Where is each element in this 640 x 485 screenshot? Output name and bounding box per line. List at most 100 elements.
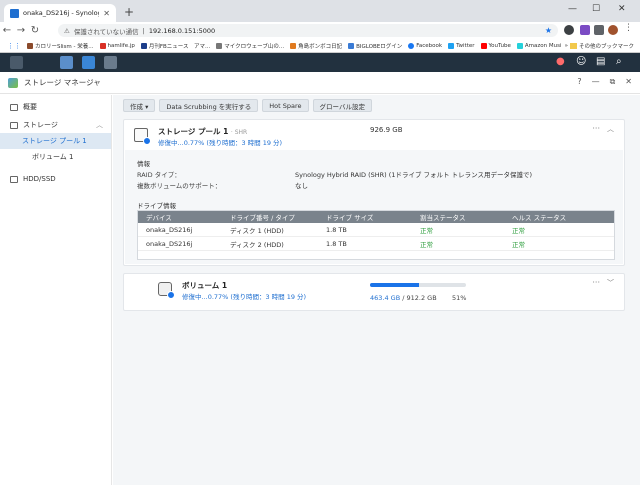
bookmark-favicon-icon: [27, 42, 33, 49]
drive-table: デバイス ドライブ番号 / タイプ ドライブ サイズ 割当ステータス ヘルス ス…: [137, 210, 615, 260]
pool-size: 926.9 GB: [370, 126, 403, 134]
hdd-icon: [10, 175, 18, 183]
sidebar-item-storage-pool-1[interactable]: ストレージ プール 1: [0, 133, 111, 149]
raid-tag: · SHR: [230, 129, 248, 136]
extension-icon[interactable]: [564, 25, 574, 35]
back-icon[interactable]: ←: [0, 25, 14, 36]
close-app-button[interactable]: ✕: [625, 77, 632, 87]
bookmark-item[interactable]: 月刊FBニュース アマ...: [138, 42, 213, 50]
main-content: 作成 ▾ Data Scrubbing を実行する Hot Spare グローバ…: [113, 95, 640, 485]
puzzle-extension-icon[interactable]: [594, 25, 604, 35]
column-header[interactable]: デバイス: [138, 212, 230, 222]
apps-icon[interactable]: ⋮⋮: [4, 42, 24, 50]
user-icon[interactable]: ☺: [576, 56, 586, 67]
main-menu-icon[interactable]: [60, 56, 73, 69]
bookmark-favicon-icon: [290, 42, 297, 49]
bookmark-item[interactable]: マイクロウェーブ山の...: [213, 42, 287, 50]
column-header[interactable]: ドライブ番号 / タイプ: [230, 212, 326, 222]
minimize-window-button[interactable]: —: [592, 77, 600, 87]
help-button[interactable]: ?: [577, 77, 581, 87]
tab-close-icon[interactable]: ✕: [103, 9, 110, 18]
health-status-cell: 正常: [512, 240, 525, 249]
widgets-icon[interactable]: ▤: [596, 56, 605, 67]
show-desktop-icon[interactable]: [10, 56, 23, 69]
sidebar-item-label: ストレージ: [23, 121, 58, 129]
bookmark-item[interactable]: YouTube: [478, 42, 514, 49]
bookmark-item[interactable]: hamlife.jp: [97, 42, 138, 49]
more-options-icon[interactable]: ···: [592, 124, 600, 133]
sidebar-item-hdd-ssd[interactable]: HDD/SSD: [0, 171, 111, 187]
hot-spare-button[interactable]: Hot Spare: [262, 99, 309, 112]
minimize-button[interactable]: —: [568, 4, 577, 14]
pool-title: ストレージ プール 1 · SHR: [158, 127, 248, 136]
column-header[interactable]: ヘルス ステータス: [512, 212, 614, 222]
window-title: ストレージ マネージャ: [24, 78, 101, 87]
storage-icon: [10, 121, 18, 129]
storage-manager-window: ストレージ マネージャ ? — ⧉ ✕ 概要 ストレージ ︿ ストレージ プール…: [0, 72, 640, 485]
search-icon[interactable]: ⌕: [616, 56, 622, 67]
table-row[interactable]: onaka_DS216j ディスク 2 (HDD) 1.8 TB 正常 正常: [138, 237, 614, 251]
sidebar-item-volume-1[interactable]: ボリューム 1: [0, 149, 111, 165]
tab-title: onaka_DS216j - Synology DiskSt: [23, 9, 99, 17]
profile-avatar[interactable]: [608, 25, 618, 35]
drive-info-heading: ドライブ情報: [137, 202, 176, 210]
facebook-icon: [408, 42, 415, 49]
volume-percent: 51%: [452, 294, 467, 302]
maximize-button[interactable]: ☐: [592, 4, 600, 14]
insecure-label: 保護されていない通信: [73, 27, 139, 36]
window-titlebar: ストレージ マネージャ ? — ⧉ ✕: [0, 72, 640, 94]
bookmark-item[interactable]: BIGLOBEログイン: [345, 42, 405, 50]
size-cell: 1.8 TB: [326, 225, 347, 234]
global-settings-button[interactable]: グローバル設定: [312, 99, 372, 112]
bookmark-item[interactable]: カロリーSlism - 栄養...: [24, 42, 97, 50]
bookmarks-bar: ⋮⋮ カロリーSlism - 栄養... hamlife.jp 月刊FBニュース…: [0, 39, 640, 53]
data-scrubbing-button[interactable]: Data Scrubbing を実行する: [159, 99, 259, 112]
storage-pool-icon: [134, 128, 151, 145]
pool-repair-status: 修復中...0.77% (残り時間：3 時間 19 分): [158, 139, 283, 147]
file-station-icon[interactable]: [82, 56, 95, 69]
bookmark-item[interactable]: Amazon Music: [514, 42, 568, 49]
bookmark-star-icon[interactable]: ★: [545, 26, 552, 35]
browser-toolbar: ← → ↻ ⚠ 保護されていない通信 | 192.168.0.151:5000 …: [0, 22, 640, 39]
expand-chevron-icon[interactable]: ﹀: [607, 278, 614, 288]
volume-used: 463.4 GB: [370, 294, 401, 302]
address-bar[interactable]: ⚠ 保護されていない通信 | 192.168.0.151:5000 ★: [58, 24, 558, 37]
chevron-up-icon[interactable]: ︿: [96, 120, 103, 130]
other-bookmarks[interactable]: » その他のブックマーク: [560, 39, 634, 52]
reload-icon[interactable]: ↻: [28, 25, 42, 36]
volume-usage: 463.4 GB / 912.2 GB: [370, 294, 437, 302]
sidebar: 概要 ストレージ ︿ ストレージ プール 1 ボリューム 1 HDD/SSD: [0, 95, 112, 485]
notification-icon[interactable]: ●: [556, 56, 565, 67]
sidebar-item-overview[interactable]: 概要: [0, 99, 111, 115]
column-header[interactable]: ドライブ サイズ: [326, 212, 420, 222]
twitter-icon: [448, 42, 455, 49]
close-window-button[interactable]: ✕: [618, 4, 626, 14]
collapse-chevron-icon[interactable]: ︿: [607, 124, 614, 134]
maximize-window-button[interactable]: ⧉: [610, 77, 616, 87]
storage-manager-task-icon[interactable]: [104, 56, 117, 69]
browser-menu-icon[interactable]: ⋮: [624, 23, 634, 33]
youtube-icon: [480, 42, 487, 49]
more-options-icon[interactable]: ···: [592, 278, 600, 287]
browser-tab[interactable]: onaka_DS216j - Synology DiskSt ✕: [4, 4, 116, 22]
health-status-cell: 正常: [512, 226, 525, 235]
create-button[interactable]: 作成 ▾: [123, 99, 156, 112]
info-heading: 情報: [137, 160, 150, 168]
table-row[interactable]: onaka_DS216j ディスク 1 (HDD) 1.8 TB 正常 正常: [138, 223, 614, 237]
url-text[interactable]: 192.168.0.151:5000: [149, 27, 215, 35]
sidebar-item-storage[interactable]: ストレージ ︿: [0, 117, 111, 133]
sidebar-item-label: HDD/SSD: [23, 175, 56, 183]
bookmark-item[interactable]: Twitter: [445, 42, 477, 49]
allocation-status-cell: 正常: [420, 240, 433, 249]
new-tab-button[interactable]: +: [124, 5, 134, 19]
volume-usage-fill: [370, 283, 419, 287]
bookmark-favicon-icon: [348, 42, 355, 49]
volume-repair-status: 修復中...0.77% (残り時間：3 時間 19 分): [182, 293, 307, 301]
column-header[interactable]: 割当ステータス: [420, 212, 512, 222]
bookmark-item[interactable]: 角島ボンボコ日記: [287, 42, 345, 50]
bookmark-item[interactable]: Facebook: [405, 42, 445, 49]
other-bookmarks-chevron-icon: »: [564, 43, 568, 49]
onenote-extension-icon[interactable]: [580, 25, 590, 35]
forward-icon[interactable]: →: [14, 25, 28, 36]
warning-icon[interactable]: ⚠: [64, 27, 70, 35]
